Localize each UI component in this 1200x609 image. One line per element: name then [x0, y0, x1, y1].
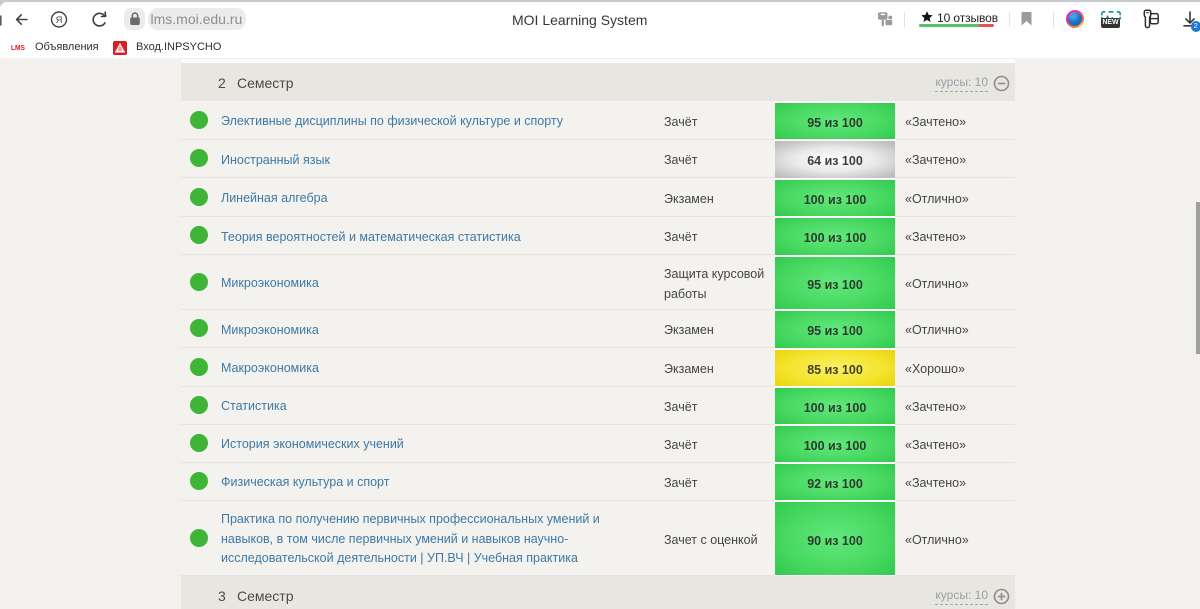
svg-text:Я: Я — [56, 14, 63, 25]
